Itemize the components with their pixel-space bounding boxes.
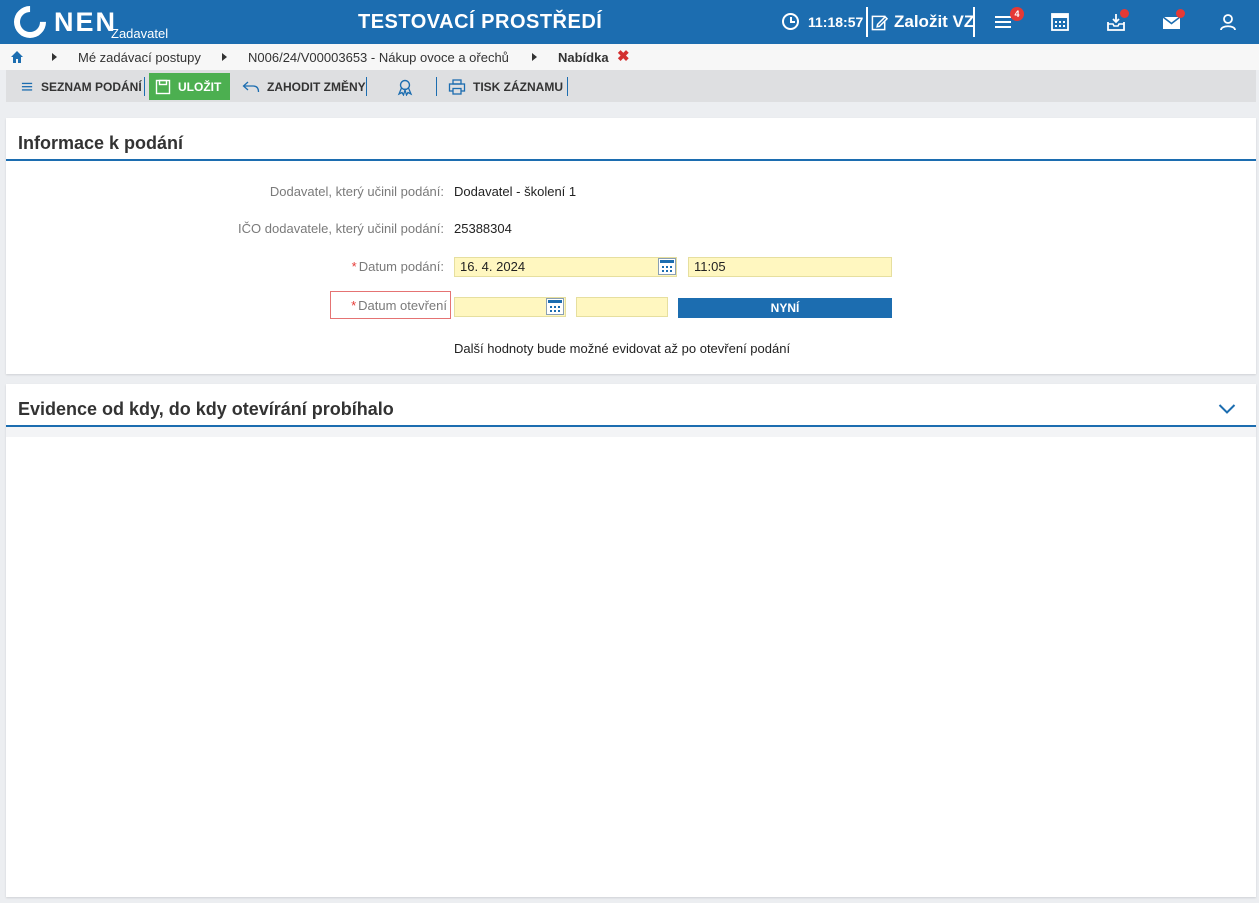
save-icon <box>155 79 171 94</box>
header-divider <box>866 7 868 37</box>
submission-info-panel: Informace k podání Dodavatel, který učin… <box>6 118 1256 374</box>
edit-icon <box>871 15 888 30</box>
award-icon <box>397 79 413 96</box>
unread-dot <box>1176 9 1185 18</box>
evidence-panel: Evidence od kdy, do kdy otevírání probíh… <box>6 384 1256 897</box>
list-icon <box>21 82 33 91</box>
panel-title: Informace k podání <box>18 133 184 153</box>
open-date-label-text: Datum otevření <box>358 298 447 313</box>
unread-dot <box>1120 9 1129 18</box>
toolbar-divider <box>436 77 437 96</box>
supplier-value: Dodavatel - školení 1 <box>454 184 577 199</box>
save-label: ULOŽIT <box>178 79 222 94</box>
toolbar-divider <box>144 77 145 96</box>
breadcrumb-item-procurements[interactable]: Mé zadávací postupy <box>78 50 201 65</box>
undo-icon <box>242 81 260 92</box>
required-marker: * <box>351 298 357 313</box>
open-date-label: * Datum otevření <box>351 298 447 314</box>
info-note: Další hodnoty bude možné evidovat až po … <box>454 341 791 356</box>
breadcrumb-item-current: Nabídka <box>558 50 609 65</box>
print-record-label: TISK ZÁZNAMU <box>473 79 563 94</box>
discard-changes-button[interactable]: ZAHODIT ZMĚNY <box>236 73 372 100</box>
submit-date-label: * Datum podání: <box>352 259 444 275</box>
nen-logo-icon[interactable] <box>7 0 53 45</box>
new-vz-label: Založit VZ <box>894 12 975 31</box>
calendar-icon[interactable] <box>546 298 564 315</box>
home-icon[interactable] <box>10 50 24 64</box>
chevron-right-icon <box>222 53 227 61</box>
menu-button[interactable]: 4 <box>992 7 1024 34</box>
panel-separator <box>6 427 1256 437</box>
chevron-right-icon <box>532 53 537 61</box>
panel-divider <box>6 159 1256 161</box>
user-button[interactable] <box>1215 10 1241 34</box>
save-button[interactable]: ULOŽIT <box>149 73 230 100</box>
submit-time-field[interactable]: 11:05 <box>688 257 892 277</box>
open-time-field[interactable] <box>576 297 668 317</box>
inbox-button[interactable] <box>1103 9 1129 34</box>
top-bar: NEN Zadavatel TESTOVACÍ PROSTŘEDÍ 11:18:… <box>0 0 1259 45</box>
logo-text[interactable]: NEN <box>54 7 117 37</box>
chevron-down-icon[interactable] <box>1218 403 1236 415</box>
notification-badge: 4 <box>1010 7 1024 21</box>
breadcrumb: Mé zadávací postupy N006/24/V00003653 - … <box>0 44 1259 70</box>
clock-icon <box>782 13 799 30</box>
ico-label: IČO dodavatele, který učinil podání: <box>238 221 444 236</box>
now-button[interactable]: NYNÍ <box>678 298 892 318</box>
printer-icon <box>448 78 466 95</box>
ico-value: 25388304 <box>454 221 512 236</box>
breadcrumb-item-procedure[interactable]: N006/24/V00003653 - Nákup ovoce a ořechů <box>248 50 509 65</box>
logo-subtitle: Zadavatel <box>111 26 169 41</box>
toolbar: SEZNAM PODÁNÍ ULOŽIT ZAHODIT ZMĚNY TISK … <box>6 70 1256 102</box>
environment-title: TESTOVACÍ PROSTŘEDÍ <box>358 11 603 33</box>
calendar-icon[interactable] <box>658 258 676 275</box>
supplier-label: Dodavatel, který učinil podání: <box>269 184 444 199</box>
new-vz-button[interactable]: Založit VZ <box>871 10 974 34</box>
calculator-icon <box>1051 13 1069 31</box>
discard-changes-label: ZAHODIT ZMĚNY <box>267 79 366 94</box>
certificate-button[interactable] <box>390 73 420 100</box>
submission-list-label: SEZNAM PODÁNÍ <box>41 79 142 94</box>
close-icon[interactable]: ✖ <box>617 49 630 65</box>
submit-date-label-text: Datum podání: <box>358 259 444 274</box>
submission-list-button[interactable]: SEZNAM PODÁNÍ <box>15 73 148 100</box>
submit-date-field[interactable]: 16. 4. 2024 <box>454 257 677 277</box>
print-record-button[interactable]: TISK ZÁZNAMU <box>442 73 569 100</box>
required-marker: * <box>351 259 357 274</box>
header-divider <box>973 7 975 37</box>
chevron-right-icon <box>52 53 57 61</box>
evidence-panel-title[interactable]: Evidence od kdy, do kdy otevírání probíh… <box>18 398 394 420</box>
toolbar-divider <box>567 77 568 96</box>
messages-button[interactable] <box>1159 9 1185 34</box>
user-icon <box>1220 14 1236 31</box>
toolbar-divider <box>366 77 367 96</box>
calculator-button[interactable] <box>1047 10 1073 34</box>
session-clock: 11:18:57 <box>808 14 864 30</box>
